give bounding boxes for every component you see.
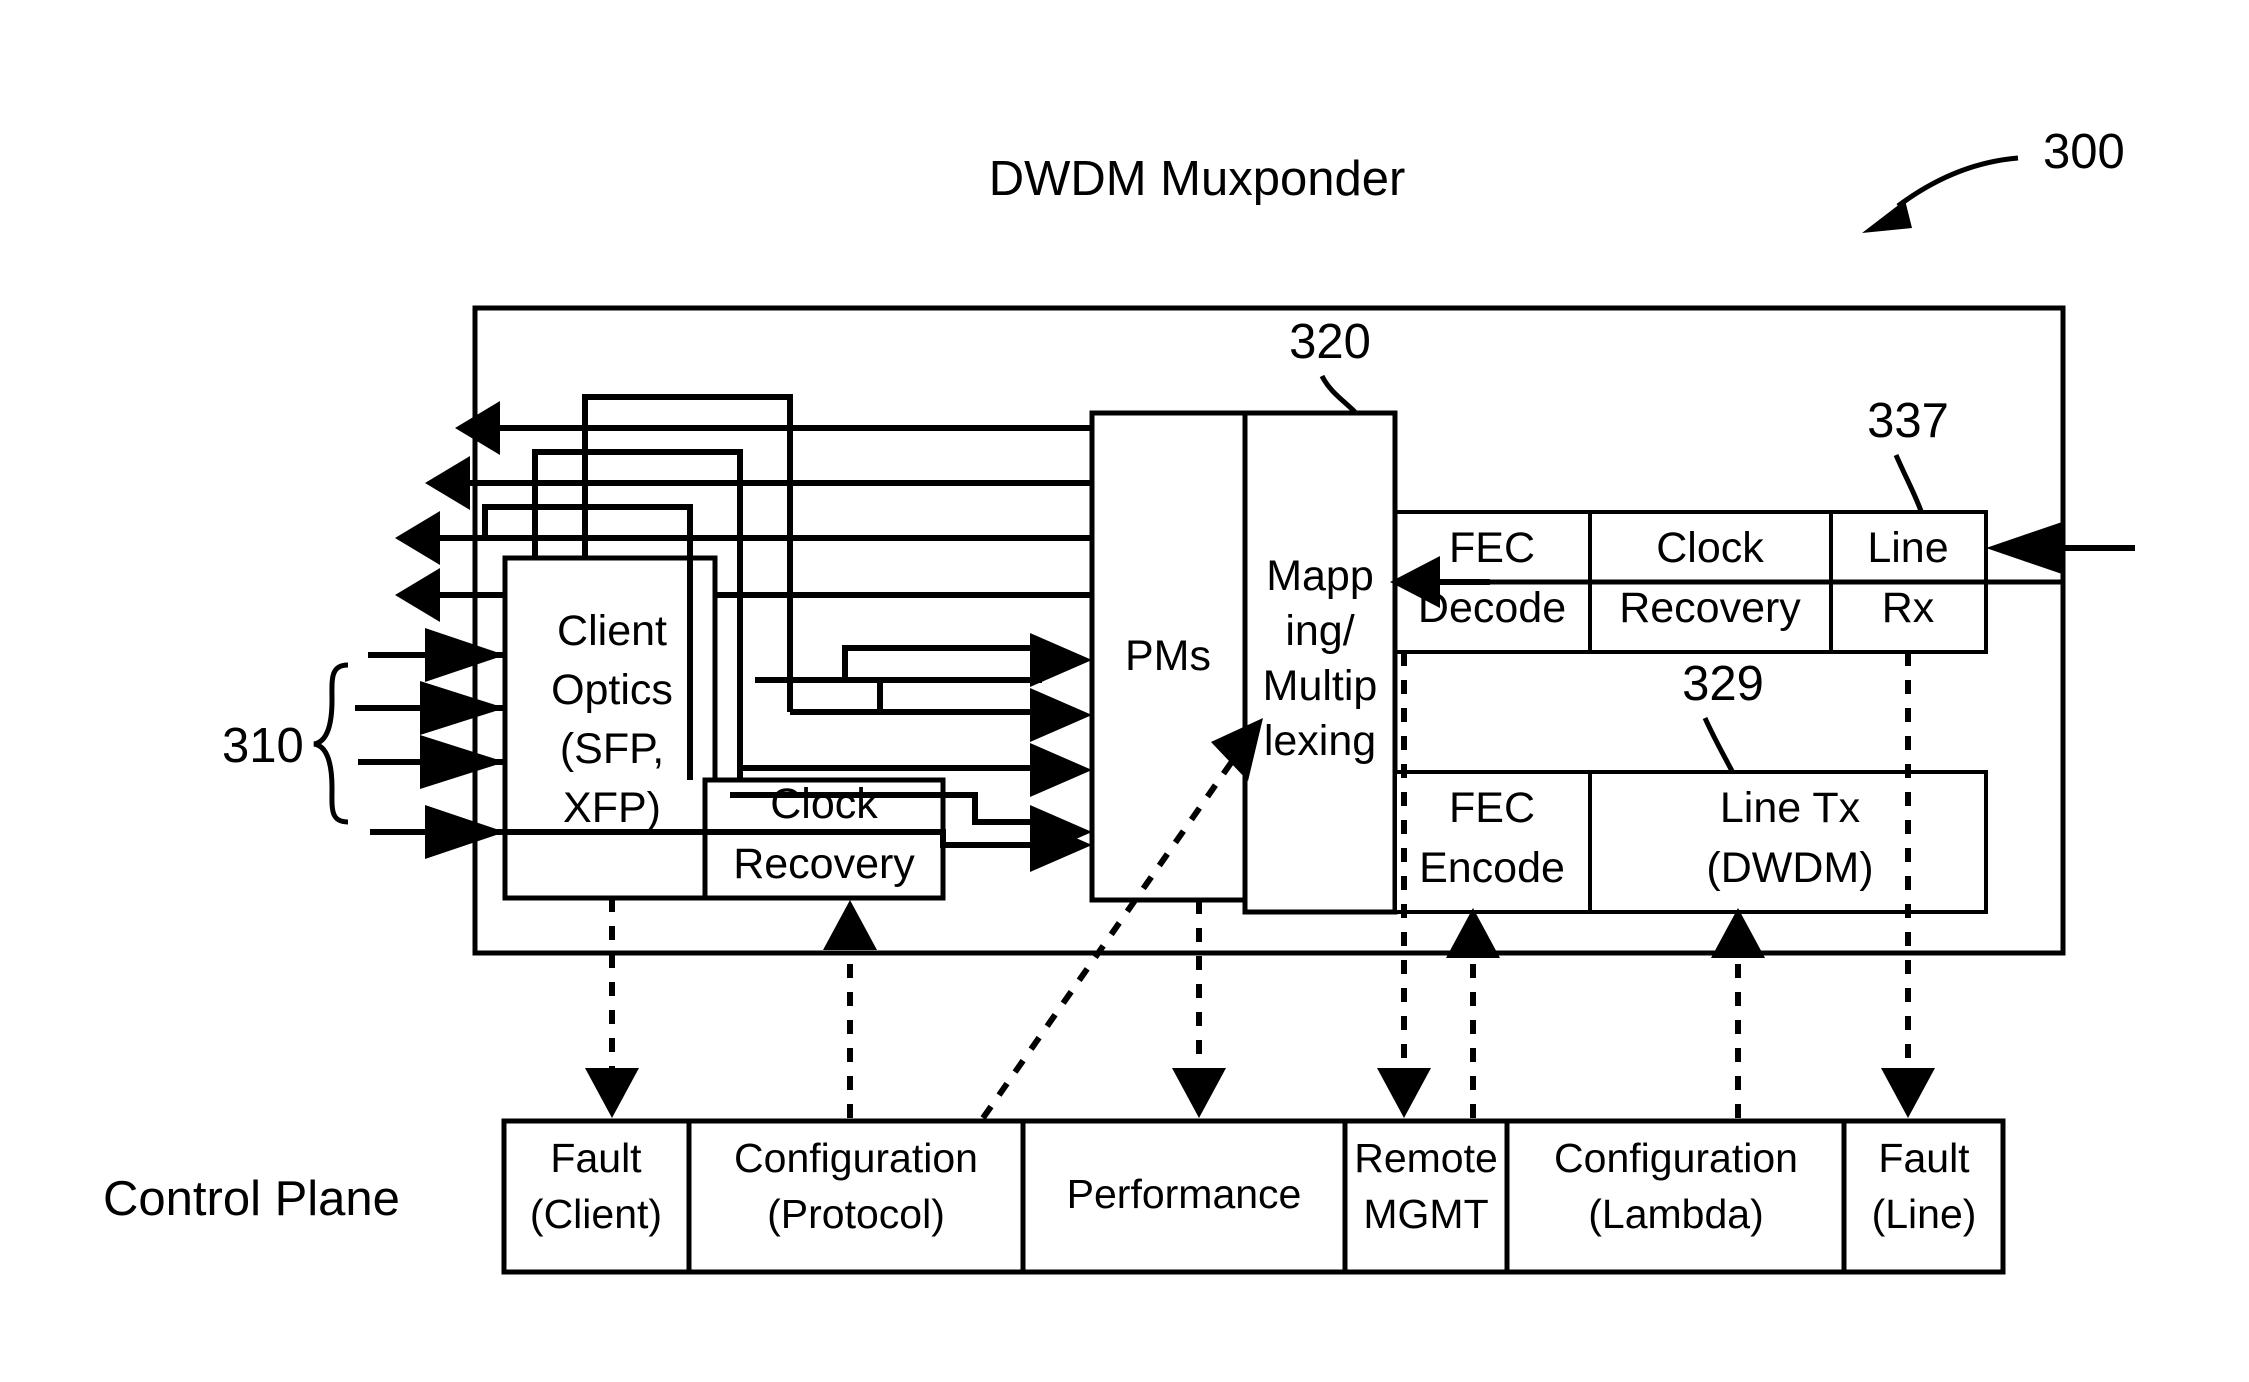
client-group-label-310: 310 xyxy=(222,719,304,773)
line-clock-recovery-line1: Clock xyxy=(1656,524,1764,572)
mapping-label-line1: Mapp xyxy=(1266,552,1374,600)
client-optics-label-line1: Client xyxy=(557,607,667,655)
patent-figure-300: DWDM Muxponder 300 Client Optics (SFP, X… xyxy=(0,0,2249,1382)
cp-performance-line1: Performance xyxy=(1067,1171,1302,1217)
line-tx-line2: (DWDM) xyxy=(1706,844,1873,892)
figure-ref-300-label: 300 xyxy=(2043,125,2125,179)
mapping-label-line2: ing/ xyxy=(1285,607,1354,655)
line-rx-line1: Line xyxy=(1867,524,1948,572)
client-optics-label-line4: XFP) xyxy=(563,784,661,832)
client-optics-label-line2: Optics xyxy=(551,666,673,714)
mapping-label-line4: lexing xyxy=(1264,717,1376,765)
cp-config-lambda-line1: Configuration xyxy=(1554,1135,1798,1181)
mapping-ref-label: 320 xyxy=(1289,315,1371,369)
cp-fault-client-line2: (Client) xyxy=(530,1191,662,1237)
fec-decode-line2: Decode xyxy=(1418,584,1566,632)
pms-label: PMs xyxy=(1125,632,1211,680)
cp-config-protocol-line1: Configuration xyxy=(734,1135,978,1181)
client-group-bracket-310: 310 xyxy=(222,662,349,825)
client-optics-label-line3: (SFP, xyxy=(560,725,664,773)
fec-decode-line1: FEC xyxy=(1449,524,1535,572)
line-clock-recovery-line2: Recovery xyxy=(1619,584,1801,632)
line-tx-ref-label: 329 xyxy=(1682,657,1764,711)
cp-remote-mgmt-line1: Remote xyxy=(1354,1135,1498,1181)
cp-fault-line-line2: (Line) xyxy=(1872,1191,1977,1237)
cp-config-lambda-line2: (Lambda) xyxy=(1588,1191,1763,1237)
cp-config-protocol-line2: (Protocol) xyxy=(767,1191,945,1237)
figure-ref-300: 300 xyxy=(1862,125,2125,233)
control-plane-label: Control Plane xyxy=(103,1172,400,1226)
mapping-label-line3: Multip xyxy=(1263,662,1378,710)
line-rx-line2: Rx xyxy=(1882,584,1935,632)
fec-encode-line1: FEC xyxy=(1449,784,1535,832)
fec-encode-line2: Encode xyxy=(1419,844,1565,892)
figure-title: DWDM Muxponder xyxy=(989,152,1406,206)
cp-remote-mgmt-line2: MGMT xyxy=(1363,1191,1488,1237)
line-rx-ref-label: 337 xyxy=(1867,394,1949,448)
cp-fault-client-line1: Fault xyxy=(550,1135,642,1181)
line-tx-line1: Line Tx xyxy=(1720,784,1861,832)
client-clock-recovery-line1: Clock xyxy=(770,780,878,828)
cp-fault-line-line1: Fault xyxy=(1878,1135,1970,1181)
client-clock-recovery-line2: Recovery xyxy=(733,840,915,888)
